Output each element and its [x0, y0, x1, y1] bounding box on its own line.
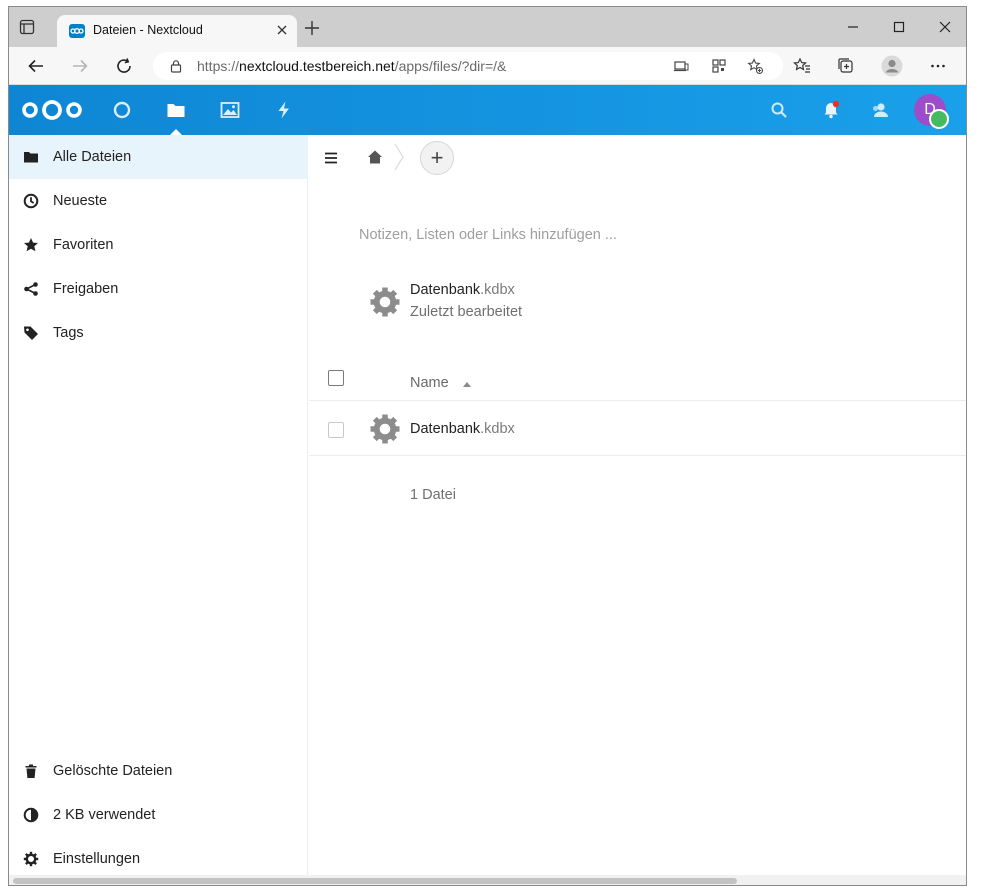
file-gear-icon [370, 414, 400, 444]
row-checkbox[interactable] [328, 422, 344, 438]
notifications-bell-icon[interactable] [821, 100, 841, 120]
contacts-icon[interactable] [870, 100, 890, 120]
sidebar-item-tags[interactable]: Tags [9, 311, 308, 355]
files-content: + Notizen, Listen oder Links hinzufügen … [309, 135, 966, 885]
tag-icon [24, 326, 38, 340]
table-row[interactable]: Datenbank.kdbx [309, 402, 966, 456]
tab-actions-icon[interactable] [19, 19, 35, 35]
star-icon [24, 238, 38, 252]
nextcloud-header: D [9, 85, 966, 135]
column-name-header[interactable]: Name [410, 375, 449, 391]
url-text[interactable]: https://nextcloud.testbereich.net/apps/f… [197, 58, 506, 74]
sidebar-item-label: Einstellungen [53, 851, 141, 867]
recent-file-subtitle: Zuletzt bearbeitet [410, 304, 523, 320]
activity-lightning-icon[interactable] [274, 100, 294, 120]
clock-icon [23, 193, 39, 209]
sidebar-item-favoriten[interactable]: Favoriten [9, 223, 308, 267]
trash-icon [25, 764, 37, 778]
url-path: /apps/files/?dir=/& [394, 58, 507, 74]
close-window-icon[interactable] [937, 19, 953, 35]
minimize-icon[interactable] [845, 19, 861, 35]
new-tab-icon[interactable] [304, 20, 320, 36]
url-host: nextcloud.testbereich.net [239, 58, 395, 74]
dashboard-circle-icon[interactable] [112, 100, 132, 120]
more-options-icon[interactable] [929, 57, 947, 75]
sidebar-item-label: Favoriten [53, 237, 114, 253]
folder-icon [24, 152, 38, 163]
recent-file-name: Datenbank.kdbx [410, 282, 515, 298]
tab-title: Dateien - Nextcloud [93, 23, 203, 37]
recent-file-basename: Datenbank [410, 282, 481, 298]
nextcloud-favicon-icon [69, 24, 85, 38]
scrollbar-thumb[interactable] [13, 878, 737, 884]
new-file-button[interactable]: + [420, 141, 454, 175]
gear-icon [23, 851, 39, 867]
files-folder-icon[interactable] [166, 100, 186, 120]
lock-icon[interactable] [169, 59, 183, 73]
menu-toggle-icon[interactable] [324, 151, 338, 165]
qr-code-icon[interactable] [711, 58, 727, 74]
app-available-icon[interactable] [673, 58, 689, 74]
recent-file-card[interactable]: Datenbank.kdbx Zuletzt bearbeitet [369, 280, 669, 330]
rich-workspace-placeholder[interactable]: Notizen, Listen oder Links hinzufügen ..… [359, 227, 617, 243]
browser-window: Dateien - Nextcloud https://nextcloud.te… [8, 6, 967, 886]
file-basename: Datenbank [410, 421, 481, 437]
sidebar-item-label: 2 KB verwendet [53, 807, 156, 823]
nextcloud-logo-icon[interactable] [21, 99, 83, 121]
add-favorite-icon[interactable] [747, 58, 763, 74]
browser-toolbar: https://nextcloud.testbereich.net/apps/f… [9, 47, 966, 85]
breadcrumb-separator-icon [394, 143, 404, 171]
forward-arrow-icon[interactable] [71, 57, 89, 75]
sidebar-item-label: Alle Dateien [53, 149, 132, 165]
file-list-header: Name [309, 357, 966, 401]
sidebar-item-alle-dateien[interactable]: Alle Dateien [9, 135, 308, 179]
app-navigation-sidebar: Alle Dateien Neueste Favoriten Freigaben… [9, 135, 308, 885]
favorites-icon[interactable] [793, 57, 811, 75]
sidebar-item-label: Neueste [53, 193, 108, 209]
browser-tab-active[interactable]: Dateien - Nextcloud [57, 15, 297, 47]
back-arrow-icon[interactable] [27, 57, 45, 75]
sidebar-item-geloeschte-dateien[interactable]: Gelöschte Dateien [9, 749, 308, 793]
address-bar[interactable]: https://nextcloud.testbereich.net/apps/f… [153, 52, 783, 80]
profile-icon[interactable] [881, 55, 903, 77]
horizontal-scrollbar[interactable] [9, 875, 966, 885]
sidebar-item-label: Freigaben [53, 281, 119, 297]
maximize-icon[interactable] [891, 19, 907, 35]
file-count-summary: 1 Datei [410, 487, 456, 503]
file-gear-icon [370, 287, 400, 317]
url-scheme: https:// [197, 58, 240, 74]
sidebar-item-label: Gelöschte Dateien [53, 763, 173, 779]
select-all-checkbox[interactable] [328, 370, 344, 386]
close-tab-icon[interactable] [275, 23, 289, 37]
file-extension: .kdbx [480, 421, 515, 437]
file-name[interactable]: Datenbank.kdbx [410, 421, 515, 437]
home-icon[interactable] [367, 149, 383, 165]
sidebar-item-neueste[interactable]: Neueste [9, 179, 308, 223]
share-icon [24, 282, 38, 296]
sidebar-item-freigaben[interactable]: Freigaben [9, 267, 308, 311]
search-icon[interactable] [769, 100, 789, 120]
user-status-online-icon [929, 109, 949, 129]
sort-ascending-icon[interactable] [463, 382, 471, 387]
photos-image-icon[interactable] [220, 100, 240, 120]
pie-chart-icon [23, 807, 39, 823]
recent-file-extension: .kdbx [480, 282, 515, 298]
sidebar-item-label: Tags [53, 325, 84, 341]
reload-icon[interactable] [115, 57, 133, 75]
sidebar-item-quota[interactable]: 2 KB verwendet [9, 793, 308, 837]
browser-tab-strip: Dateien - Nextcloud [9, 7, 966, 47]
collections-icon[interactable] [837, 57, 855, 75]
